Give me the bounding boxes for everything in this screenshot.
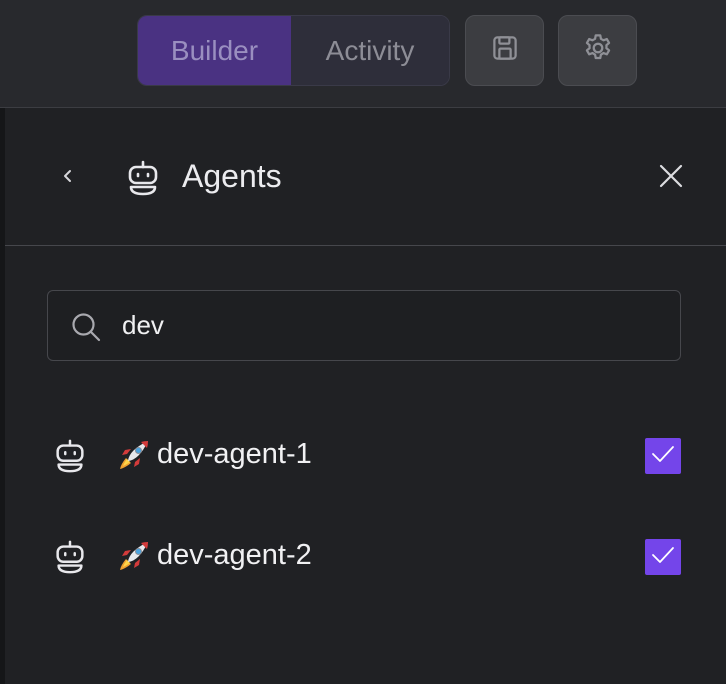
close-icon [658,163,684,194]
robot-icon [51,537,89,577]
agent-name: dev-agent-1 [157,438,312,470]
checkmark-icon [651,545,675,570]
panel-header: Agents [5,108,726,246]
chevron-left-icon [61,167,75,190]
robot-icon [123,158,163,198]
search-input[interactable] [120,291,660,360]
close-button[interactable] [653,160,689,196]
gear-icon [582,32,614,69]
settings-button[interactable] [558,15,637,86]
back-button[interactable] [53,163,83,193]
checkmark-icon [651,444,675,469]
rocket-icon [117,539,151,573]
agent-name: dev-agent-2 [157,539,312,571]
tab-builder[interactable]: Builder [138,16,291,85]
save-icon [490,33,520,68]
top-bar: Builder Activity [0,0,726,108]
robot-icon [51,436,89,476]
search-box [47,290,681,361]
save-button[interactable] [465,15,544,86]
rocket-icon [117,438,151,472]
agent-checkbox[interactable] [645,539,681,575]
tab-activity[interactable]: Activity [291,16,449,85]
agent-checkbox[interactable] [645,438,681,474]
list-item-dev-agent-1[interactable]: dev-agent-1 [5,416,726,496]
agents-panel: Agents dev dev-agent-1 dev-agent-2 [0,108,726,684]
search-icon [70,311,102,343]
panel-title: Agents [182,158,282,194]
view-switcher: Builder Activity [137,15,450,86]
list-item-dev-agent-2[interactable]: dev-agent-2 [5,517,726,597]
